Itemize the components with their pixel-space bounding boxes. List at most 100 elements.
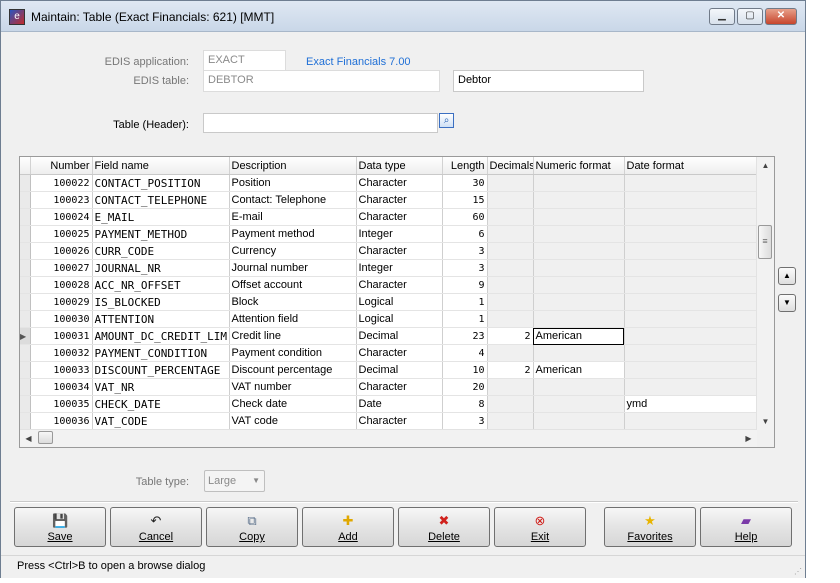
resize-grip-icon[interactable]: ⋰ xyxy=(794,567,802,576)
cell-number[interactable]: 100030 xyxy=(30,310,93,328)
cell-data-type[interactable]: Character xyxy=(356,276,443,294)
cell-data-type[interactable]: Integer xyxy=(356,225,443,243)
column-header-length[interactable]: Length xyxy=(442,157,488,175)
horizontal-scroll-thumb[interactable] xyxy=(38,431,53,444)
row-selector[interactable] xyxy=(20,344,31,362)
cell-date-format[interactable] xyxy=(624,208,758,226)
cell-field-name[interactable]: AMOUNT_DC_CREDIT_LIM xyxy=(92,327,230,345)
cell-date-format[interactable] xyxy=(624,174,758,192)
cell-date-format[interactable]: ymd xyxy=(624,395,758,413)
cell-length[interactable]: 20 xyxy=(442,378,488,396)
horizontal-scrollbar[interactable]: ◀ ▶ xyxy=(20,429,757,447)
cell-decimals[interactable] xyxy=(487,378,534,396)
row-selector[interactable] xyxy=(20,191,31,209)
cell-decimals[interactable] xyxy=(487,225,534,243)
table-row[interactable]: 100036 VAT_CODE VAT code Character 3 xyxy=(20,412,758,430)
cell-number[interactable]: 100032 xyxy=(30,344,93,362)
cell-field-name[interactable]: VAT_CODE xyxy=(92,412,230,430)
table-row[interactable]: 100025 PAYMENT_METHOD Payment method Intege… xyxy=(20,225,758,243)
cell-date-format[interactable] xyxy=(624,242,758,260)
edis-application-link[interactable]: Exact Financials 7.00 xyxy=(306,56,411,68)
cell-length[interactable]: 4 xyxy=(442,344,488,362)
minimize-button[interactable]: ▁ xyxy=(709,8,735,25)
cell-length[interactable]: 23 xyxy=(442,327,488,345)
cell-numeric-format[interactable]: American xyxy=(533,327,625,345)
cell-numeric-format[interactable] xyxy=(533,378,625,396)
table-row[interactable]: ▶ 100031 AMOUNT_DC_CREDIT_LIM Credit line De… xyxy=(20,327,758,345)
edis-application-field[interactable]: EXACT xyxy=(203,50,286,72)
cell-description[interactable]: Credit line xyxy=(229,327,357,345)
cell-description[interactable]: Contact: Telephone xyxy=(229,191,357,209)
favorites-button[interactable]: ★ Favorites xyxy=(604,507,696,547)
copy-button[interactable]: ⧉ Copy xyxy=(206,507,298,547)
cell-length[interactable]: 1 xyxy=(442,293,488,311)
cell-number[interactable]: 100023 xyxy=(30,191,93,209)
column-header-date-format[interactable]: Date format xyxy=(624,157,758,175)
cell-decimals[interactable] xyxy=(487,310,534,328)
current-row-indicator[interactable]: ▶ xyxy=(20,327,31,345)
table-row[interactable]: 100035 CHECK_DATE Check date Date 8 ymd xyxy=(20,395,758,413)
cell-decimals[interactable] xyxy=(487,344,534,362)
column-header-data-type[interactable]: Data type xyxy=(356,157,443,175)
column-header-description[interactable]: Description xyxy=(229,157,357,175)
fields-grid[interactable]: Number Field name Description Data type … xyxy=(19,156,775,448)
cell-data-type[interactable]: Logical xyxy=(356,293,443,311)
cell-decimals[interactable] xyxy=(487,208,534,226)
cell-description[interactable]: VAT number xyxy=(229,378,357,396)
table-header-input[interactable] xyxy=(203,113,438,133)
cell-length[interactable]: 9 xyxy=(442,276,488,294)
cell-number[interactable]: 100027 xyxy=(30,259,93,277)
cell-length[interactable]: 3 xyxy=(442,259,488,277)
cell-date-format[interactable] xyxy=(624,276,758,294)
cell-number[interactable]: 100025 xyxy=(30,225,93,243)
cell-date-format[interactable] xyxy=(624,191,758,209)
cell-numeric-format[interactable] xyxy=(533,259,625,277)
row-selector[interactable] xyxy=(20,242,31,260)
cell-field-name[interactable]: PAYMENT_CONDITION xyxy=(92,344,230,362)
delete-button[interactable]: ✖ Delete xyxy=(398,507,490,547)
cell-field-name[interactable]: CONTACT_POSITION xyxy=(92,174,230,192)
cell-decimals[interactable]: 2 xyxy=(487,327,534,345)
cell-field-name[interactable]: ACC_NR_OFFSET xyxy=(92,276,230,294)
row-selector[interactable] xyxy=(20,412,31,430)
cell-description[interactable]: Currency xyxy=(229,242,357,260)
vertical-scrollbar[interactable]: ▲ ≡ ▼ xyxy=(756,157,774,430)
cell-data-type[interactable]: Decimal xyxy=(356,361,443,379)
scroll-up-arrow-icon[interactable]: ▲ xyxy=(757,157,774,174)
cell-data-type[interactable]: Character xyxy=(356,242,443,260)
cell-decimals[interactable] xyxy=(487,293,534,311)
cell-decimals[interactable] xyxy=(487,174,534,192)
row-selector[interactable] xyxy=(20,276,31,294)
cell-data-type[interactable]: Decimal xyxy=(356,327,443,345)
column-header-number[interactable]: Number xyxy=(30,157,93,175)
cell-numeric-format[interactable] xyxy=(533,191,625,209)
help-button[interactable]: ▰ Help xyxy=(700,507,792,547)
cell-numeric-format[interactable] xyxy=(533,395,625,413)
cell-description[interactable]: Block xyxy=(229,293,357,311)
row-selector[interactable] xyxy=(20,378,31,396)
exit-button[interactable]: ⊗ Exit xyxy=(494,507,586,547)
scroll-left-arrow-icon[interactable]: ◀ xyxy=(20,430,37,447)
cell-length[interactable]: 8 xyxy=(442,395,488,413)
cell-numeric-format[interactable] xyxy=(533,276,625,294)
cell-field-name[interactable]: PAYMENT_METHOD xyxy=(92,225,230,243)
table-type-select[interactable]: Large ▼ xyxy=(204,470,265,492)
cell-field-name[interactable]: CHECK_DATE xyxy=(92,395,230,413)
cell-date-format[interactable] xyxy=(624,225,758,243)
table-row[interactable]: 100034 VAT_NR VAT number Character 20 xyxy=(20,378,758,396)
cell-field-name[interactable]: VAT_NR xyxy=(92,378,230,396)
cell-decimals[interactable] xyxy=(487,191,534,209)
cancel-button[interactable]: ↶ Cancel xyxy=(110,507,202,547)
browse-icon[interactable]: ⌕ xyxy=(439,113,454,128)
cell-numeric-format[interactable] xyxy=(533,293,625,311)
cell-data-type[interactable]: Character xyxy=(356,208,443,226)
cell-field-name[interactable]: DISCOUNT_PERCENTAGE xyxy=(92,361,230,379)
cell-field-name[interactable]: E_MAIL xyxy=(92,208,230,226)
cell-date-format[interactable] xyxy=(624,378,758,396)
table-row[interactable]: 100026 CURR_CODE Currency Character 3 xyxy=(20,242,758,260)
cell-numeric-format[interactable]: American xyxy=(533,361,625,379)
cell-numeric-format[interactable] xyxy=(533,242,625,260)
cell-decimals[interactable] xyxy=(487,276,534,294)
cell-field-name[interactable]: CURR_CODE xyxy=(92,242,230,260)
cell-field-name[interactable]: ATTENTION xyxy=(92,310,230,328)
